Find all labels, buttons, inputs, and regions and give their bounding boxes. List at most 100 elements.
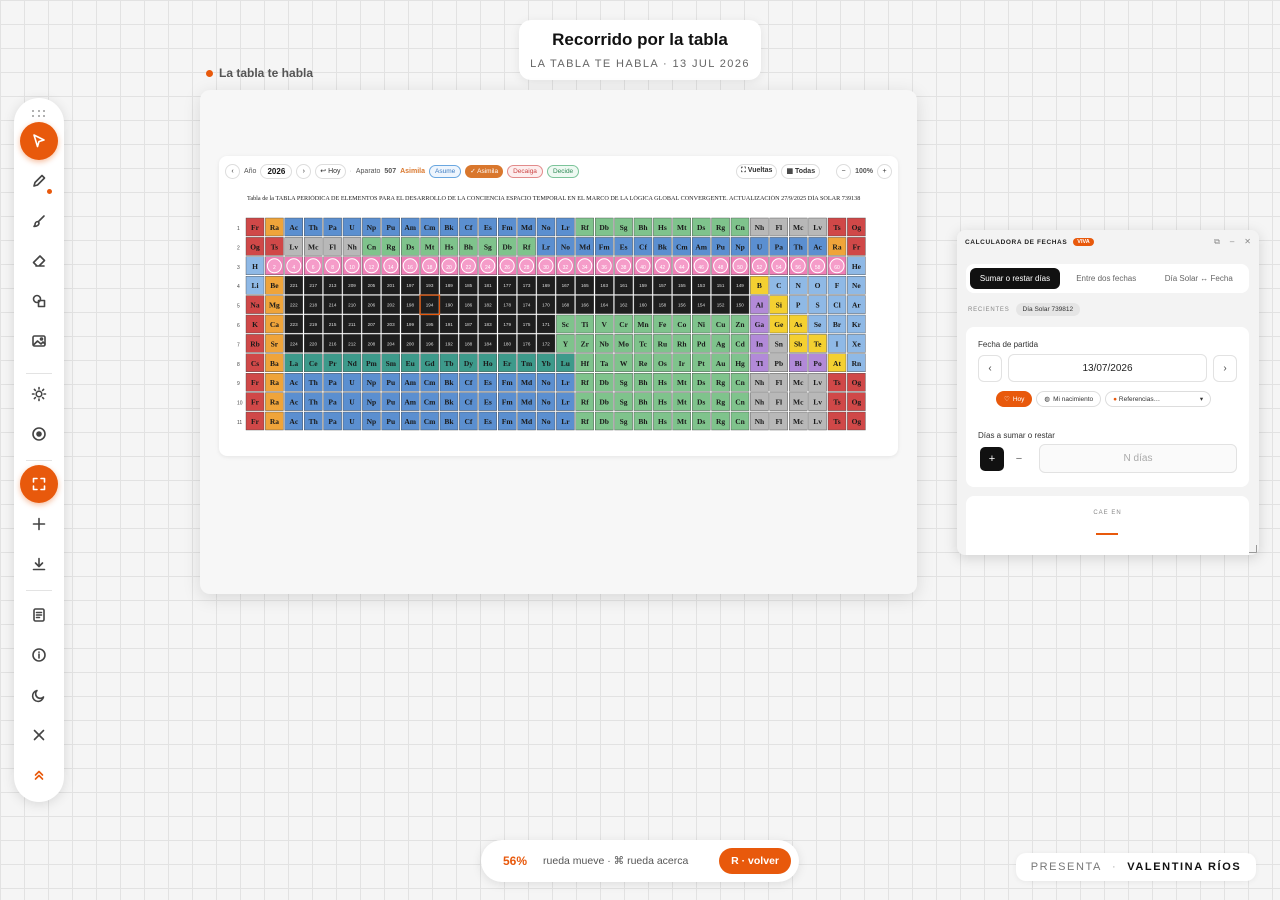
reset-view-button[interactable]: R · volver	[719, 848, 791, 874]
tab-solar-day[interactable]: Día Solar ↔ Fecha	[1153, 268, 1246, 289]
element-symbol: Fm	[502, 378, 514, 387]
element-symbol: Cu	[716, 320, 726, 329]
live-badge: VIVA	[1073, 238, 1094, 246]
pink-marker-number: 56	[795, 265, 801, 271]
birth-quick-button[interactable]: ◍ Mi nacimiento	[1036, 391, 1102, 407]
element-symbol: Md	[521, 378, 533, 387]
element-symbol: Ac	[289, 223, 298, 232]
download-button[interactable]	[20, 545, 58, 583]
dark-cell-number: 160	[639, 303, 647, 308]
dark-mode-button[interactable]	[20, 676, 58, 714]
slide-frame[interactable]: ‹ Año 2026 › ↩ Hoy · Aparato 507 Asimila…	[200, 90, 917, 594]
todas-button[interactable]: ▦ Todas	[781, 163, 821, 179]
element-symbol: Rh	[677, 339, 687, 348]
today-button[interactable]: ↩ Hoy	[315, 163, 346, 179]
element-symbol: Bh	[638, 417, 648, 426]
prev-year-button[interactable]: ‹	[225, 163, 240, 179]
element-symbol: Md	[579, 242, 591, 251]
dark-cell-number: 215	[329, 322, 337, 327]
element-symbol: Np	[735, 242, 745, 251]
add-button[interactable]	[20, 505, 58, 543]
cake-icon: ◍	[1044, 396, 1051, 403]
element-symbol: Mt	[677, 378, 687, 387]
element-symbol: No	[541, 398, 550, 407]
zoom-in-button[interactable]: +	[877, 163, 892, 179]
element-symbol: Ds	[406, 242, 414, 251]
pill-asimila[interactable]: ✓ Asimila	[465, 164, 504, 178]
dark-cell-number: 172	[542, 341, 550, 346]
element-symbol: Xe	[852, 339, 861, 348]
dark-cell-number: 205	[368, 283, 376, 288]
element-symbol: S	[816, 301, 820, 310]
next-date-button[interactable]: ›	[1213, 355, 1237, 382]
element-symbol: Li	[251, 281, 258, 290]
element-symbol: Ag	[716, 339, 725, 348]
element-symbol: Rg	[386, 242, 395, 251]
element-symbol: Fm	[599, 242, 611, 251]
element-symbol: Ra	[270, 417, 279, 426]
dark-cell-number: 209	[348, 283, 356, 288]
close-icon[interactable]: ✕	[1244, 237, 1251, 247]
drag-grip-icon[interactable]	[32, 110, 46, 118]
next-year-button[interactable]: ›	[296, 163, 312, 179]
dark-cell-number: 166	[581, 303, 589, 308]
year-field[interactable]: 2026	[260, 163, 293, 179]
element-symbol: Cs	[251, 359, 259, 368]
start-date-field[interactable]: 13/07/2026	[1008, 354, 1207, 382]
element-symbol: Bh	[638, 398, 648, 407]
pill-decaiga[interactable]: Decaiga	[507, 164, 543, 178]
plus-icon	[32, 517, 46, 531]
shapes-tool-button[interactable]	[20, 282, 58, 320]
recent-chip[interactable]: Día Solar 739812	[1015, 303, 1081, 316]
element-symbol: Am	[404, 378, 416, 387]
collapse-toolbar-button[interactable]	[20, 756, 58, 794]
presentation-title: Recorrido por la tabla	[552, 30, 728, 49]
element-symbol: Ds	[697, 223, 705, 232]
row-number: 4	[237, 284, 240, 290]
popout-icon[interactable]: ⧉	[1214, 237, 1220, 247]
element-symbol: Ru	[658, 339, 668, 348]
close-button[interactable]	[20, 716, 58, 754]
add-days-button[interactable]: +	[980, 447, 1004, 471]
highlighter-tool-button[interactable]	[20, 202, 58, 240]
days-input[interactable]: N días	[1039, 444, 1237, 473]
dark-cell-number: 200	[406, 341, 414, 346]
pill-decide[interactable]: Decide	[546, 164, 580, 178]
element-symbol: Db	[599, 398, 609, 407]
zoom-out-button[interactable]: −	[836, 163, 852, 179]
document-toolbar: ‹ Año 2026 › ↩ Hoy · Aparato 507 Asimila…	[225, 163, 892, 179]
today-quick-button[interactable]: ♡ Hoy	[996, 391, 1033, 407]
element-symbol: K	[252, 320, 258, 329]
subtract-days-button[interactable]: −	[1007, 447, 1031, 471]
calculator-header[interactable]: CALCULADORA DE FECHAS VIVA ⧉ – ✕	[957, 230, 1259, 254]
pill-asume[interactable]: Asume	[429, 164, 462, 178]
eraser-tool-button[interactable]	[20, 242, 58, 280]
tab-between-dates[interactable]: Entre dos fechas	[1060, 268, 1153, 289]
laser-tool-button[interactable]	[20, 415, 58, 453]
element-symbol: Og	[852, 378, 862, 387]
dark-cell-number: 206	[368, 303, 376, 308]
info-button[interactable]	[20, 636, 58, 674]
element-symbol: Np	[367, 378, 377, 387]
spotlight-tool-button[interactable]	[20, 375, 58, 413]
dark-cell-number: 222	[290, 303, 298, 308]
frame-label[interactable]: La tabla te habla	[206, 66, 313, 80]
element-symbol: Tm	[521, 359, 533, 368]
element-symbol: Mc	[793, 223, 804, 232]
pink-marker-number: 50	[737, 265, 743, 271]
tab-add-subtract-days[interactable]: Sumar o restar días	[970, 268, 1060, 289]
notes-button[interactable]	[20, 596, 58, 634]
resize-handle[interactable]	[1249, 545, 1257, 553]
select-tool-button[interactable]	[20, 122, 58, 160]
pink-marker-number: 44	[679, 265, 685, 271]
element-symbol: Ra	[270, 378, 279, 387]
pink-marker-number: 36	[601, 265, 607, 271]
fit-frame-button[interactable]	[20, 465, 58, 503]
pen-tool-button[interactable]	[20, 162, 58, 200]
references-select[interactable]: ● Referencias… ▾	[1105, 391, 1212, 407]
minimize-icon[interactable]: –	[1230, 237, 1234, 247]
element-symbol: Ac	[289, 398, 298, 407]
image-tool-button[interactable]	[20, 322, 58, 360]
prev-date-button[interactable]: ‹	[978, 355, 1002, 382]
vueltas-button[interactable]: ⛶ Vueltas	[735, 163, 778, 179]
